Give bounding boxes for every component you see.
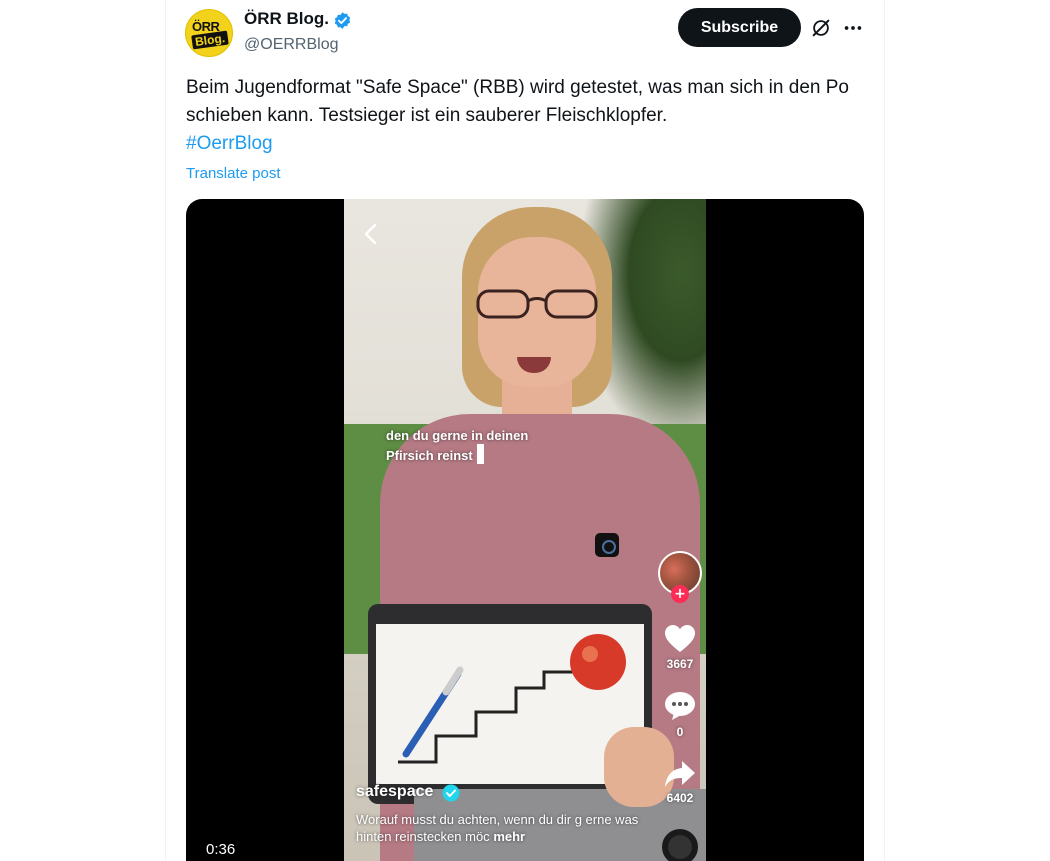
video-player[interactable]: den du gerne in deinen Pfirsich reinst +…: [186, 199, 864, 861]
tiktok-description: Worauf musst du achten, wenn du dir g er…: [356, 811, 646, 845]
comment-icon: [665, 692, 695, 720]
comment-count: 0: [676, 725, 684, 739]
subscribe-button[interactable]: Subscribe: [678, 8, 801, 47]
more-icon[interactable]: [842, 17, 864, 39]
music-disc-icon: [662, 829, 698, 861]
video-caption: den du gerne in deinen Pfirsich reinst: [386, 427, 528, 464]
person-glasses: [476, 289, 598, 319]
hashtag-link[interactable]: #OerrBlog: [186, 130, 866, 158]
like-count: 3667: [666, 657, 694, 671]
share-count: 6402: [666, 791, 694, 805]
caption-cursor: [476, 444, 484, 464]
share-arrow-icon: [665, 761, 695, 787]
timeline-border-right: [884, 0, 885, 861]
timeline-border-left: [165, 0, 166, 861]
author-display-name[interactable]: ÖRR Blog.: [244, 9, 329, 29]
heart-icon: [665, 625, 695, 652]
caption-line-1: den du gerne in deinen: [386, 428, 529, 443]
more-link: mehr: [493, 829, 526, 844]
follow-plus-icon: +: [671, 585, 689, 603]
grok-icon[interactable]: [810, 17, 832, 39]
tiktok-username: safespace: [356, 783, 434, 800]
video-frame: den du gerne in deinen Pfirsich reinst +…: [344, 199, 706, 861]
post-body: Beim Jugendformat "Safe Space" (RBB) wir…: [186, 77, 849, 126]
chevron-left-icon: [364, 223, 377, 245]
caption-line-2: Pfirsich reinst: [386, 444, 528, 464]
author-avatar[interactable]: ÖRR Blog.: [185, 9, 233, 57]
verified-badge-icon: [334, 12, 351, 29]
caption-line-2-text: Pfirsich reinst: [386, 448, 473, 463]
translate-post-link[interactable]: Translate post: [186, 165, 281, 182]
post-text: Beim Jugendformat "Safe Space" (RBB) wir…: [186, 74, 866, 158]
author-handle[interactable]: @OERRBlog: [244, 36, 339, 54]
tiktok-verified-icon: [442, 784, 460, 802]
clip-microphone: [595, 533, 619, 557]
video-duration-badge: 0:36: [200, 839, 242, 860]
